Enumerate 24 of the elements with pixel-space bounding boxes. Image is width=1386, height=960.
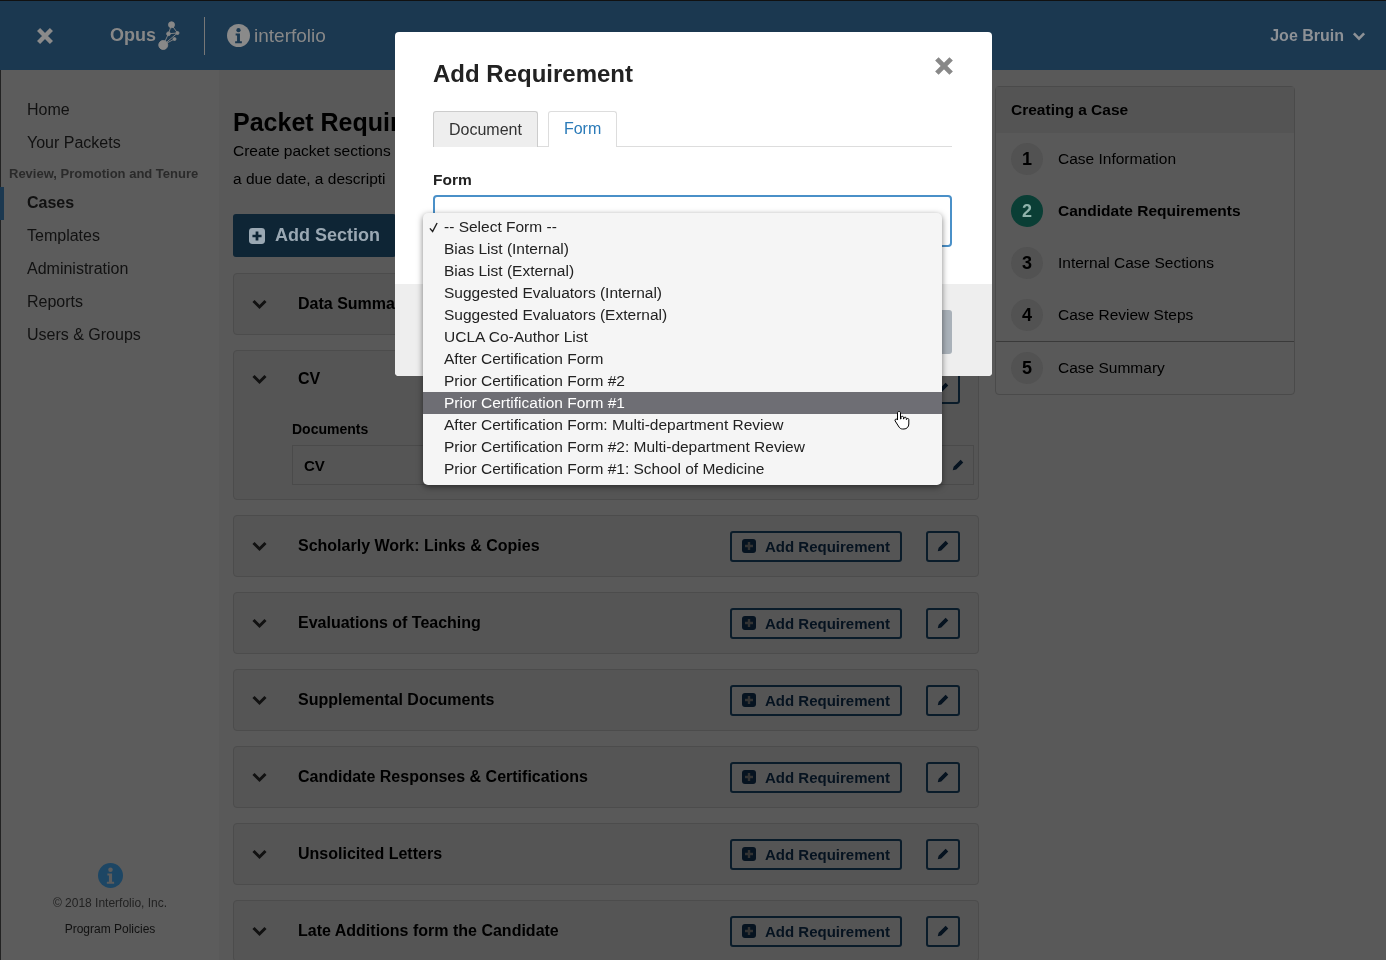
document-name: CV — [304, 456, 325, 474]
partner-logo-text: interfolio — [254, 24, 326, 47]
step-number: 5 — [1011, 352, 1043, 384]
documents-label: Documents — [292, 421, 369, 437]
section-title: Data Summa — [298, 295, 395, 313]
field-label: Form — [433, 171, 473, 189]
page-title: Packet Requir — [233, 108, 400, 137]
section-title: Supplemental Documents — [298, 691, 495, 709]
panel-title: Creating a Case — [996, 87, 1294, 133]
section-title: Unsolicited Letters — [298, 845, 443, 863]
copyright-text: © 2018 Interfolio, Inc. — [52, 896, 168, 910]
brand-logo-text: Opus — [110, 25, 156, 46]
dialog-title: Add Requirement — [433, 60, 633, 88]
section-title: Candidate Responses & Certifications — [298, 768, 588, 786]
section-title: Scholarly Work: Links & Copies — [298, 537, 540, 555]
step-number: 1 — [1011, 143, 1043, 175]
step-number: 4 — [1011, 299, 1043, 331]
section-title: Evaluations of Teaching — [298, 614, 481, 632]
step-number: 2 — [1011, 195, 1043, 227]
section-title: Late Additions form the Candidate — [298, 922, 559, 940]
page-description: a due date, a descripti — [233, 169, 386, 189]
step-number: 3 — [1011, 247, 1043, 279]
page-description: Create packet sections — [233, 141, 391, 161]
section-title: CV — [298, 370, 321, 388]
